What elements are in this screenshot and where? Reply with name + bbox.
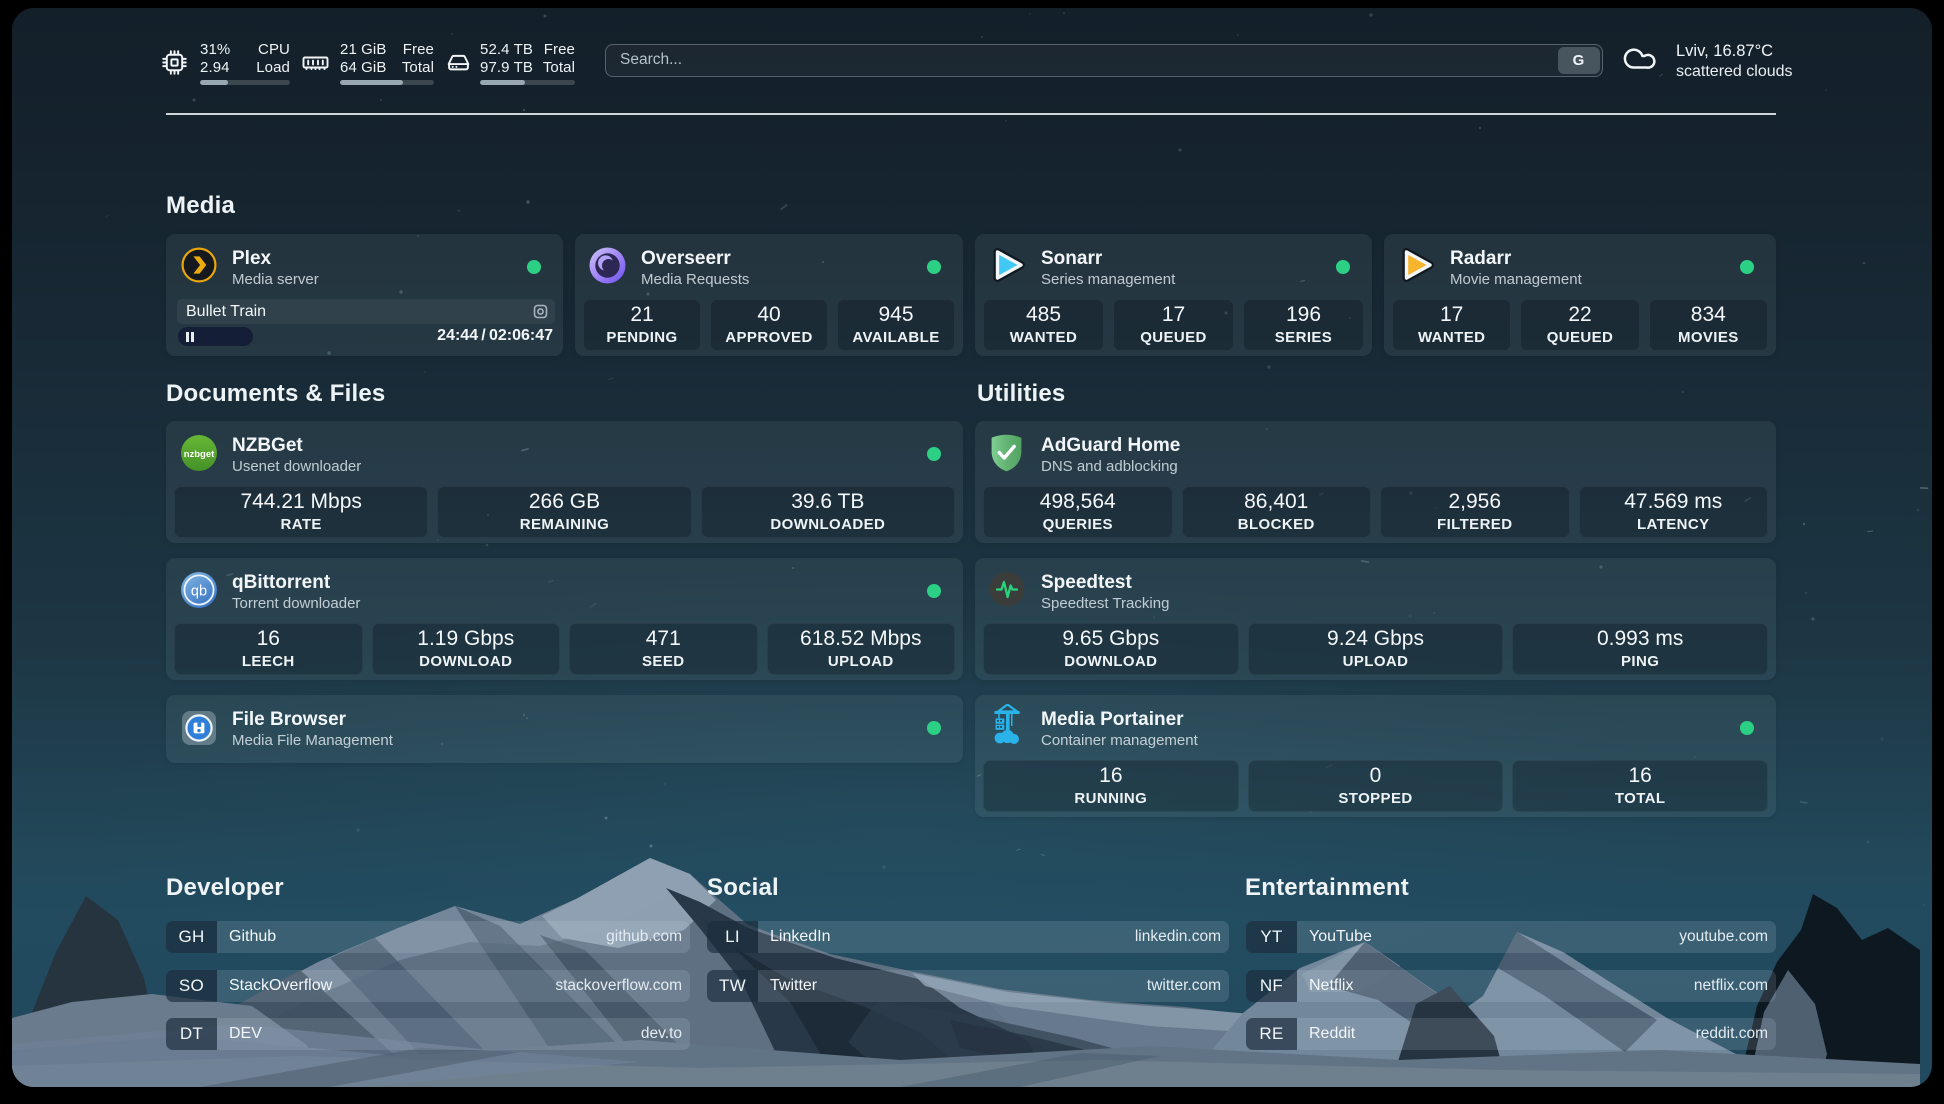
svg-text:qb: qb (191, 584, 207, 600)
svg-text:nzbget: nzbget (184, 449, 215, 460)
